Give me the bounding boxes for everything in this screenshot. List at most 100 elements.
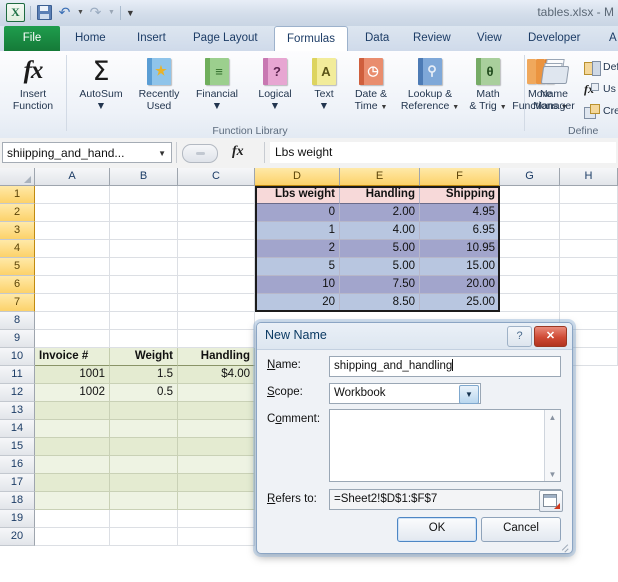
tab-review[interactable]: Review [404,26,460,51]
chevron-down-icon[interactable]: ▼ [459,385,479,404]
row-header-20[interactable]: 20 [0,528,35,546]
column-header-d[interactable]: D [255,168,340,186]
tab-data[interactable]: Data [356,26,398,51]
cell-b14[interactable] [110,420,178,438]
cell-c15[interactable] [178,438,255,456]
cell-a20[interactable] [35,528,110,546]
cell-e2[interactable]: 2.00 [340,204,420,222]
date-and-time-button[interactable]: ◷ Date & Time ▼ [344,54,398,114]
row-header-1[interactable]: 1 [0,186,35,204]
text-dropdown-icon[interactable]: ▼ [300,100,348,112]
cell-b7[interactable] [110,294,178,312]
cell-c9[interactable] [178,330,255,348]
cell-c20[interactable] [178,528,255,546]
tab-formulas[interactable]: Formulas [274,26,348,53]
cell-d7[interactable]: 20 [255,294,340,312]
cell-b5[interactable] [110,258,178,276]
select-all-corner[interactable] [0,168,35,186]
cell-c6[interactable] [178,276,255,294]
cell-b9[interactable] [110,330,178,348]
cell-h5[interactable] [560,258,618,276]
cell-c5[interactable] [178,258,255,276]
undo-dropdown-icon[interactable]: ▼ [77,9,84,16]
cell-b4[interactable] [110,240,178,258]
cell-a19[interactable] [35,510,110,528]
financial-dropdown-icon[interactable]: ▼ [188,100,246,112]
cell-h6[interactable] [560,276,618,294]
formula-input[interactable]: Lbs weight [270,142,616,163]
scroll-up-icon[interactable]: ▲ [545,410,560,424]
tab-insert[interactable]: Insert [128,26,175,51]
cell-a17[interactable] [35,474,110,492]
excel-logo-icon[interactable]: X [6,3,25,22]
logical-button[interactable]: ? Logical ▼ [246,54,304,112]
cell-e5[interactable]: 5.00 [340,258,420,276]
cell-a15[interactable] [35,438,110,456]
name-manager-button[interactable]: Name Manager [528,54,580,112]
cell-b12[interactable]: 0.5 [110,384,178,402]
refers-to-input[interactable]: =Sheet2!$D$1:$F$7 [329,489,561,510]
cell-c11[interactable]: $4.00 [178,366,255,384]
row-header-9[interactable]: 9 [0,330,35,348]
cell-h3[interactable] [560,222,618,240]
cell-a8[interactable] [35,312,110,330]
cell-g5[interactable] [500,258,560,276]
cell-b6[interactable] [110,276,178,294]
close-icon[interactable]: ✕ [534,326,567,347]
cell-b15[interactable] [110,438,178,456]
cell-c4[interactable] [178,240,255,258]
cell-b1[interactable] [110,186,178,204]
row-header-18[interactable]: 18 [0,492,35,510]
cell-h7[interactable] [560,294,618,312]
cell-a13[interactable] [35,402,110,420]
row-header-19[interactable]: 19 [0,510,35,528]
cell-e4[interactable]: 5.00 [340,240,420,258]
range-picker-icon[interactable] [539,490,563,512]
cell-b19[interactable] [110,510,178,528]
row-header-2[interactable]: 2 [0,204,35,222]
cell-c8[interactable] [178,312,255,330]
date-time-dropdown-icon[interactable]: ▼ [380,104,387,111]
cell-f6[interactable]: 20.00 [420,276,500,294]
insert-function-button[interactable]: fx Insert Function [4,54,62,112]
cell-g7[interactable] [500,294,560,312]
lookup-and-reference-button[interactable]: ⚲ Lookup & Reference ▼ [396,54,464,114]
row-header-10[interactable]: 10 [0,348,35,366]
cell-d4[interactable]: 2 [255,240,340,258]
cell-b11[interactable]: 1.5 [110,366,178,384]
cell-b2[interactable] [110,204,178,222]
cell-h4[interactable] [560,240,618,258]
cell-a16[interactable] [35,456,110,474]
autosum-dropdown-icon[interactable]: ▼ [72,100,130,112]
tab-add-ins[interactable]: A [600,26,618,51]
redo-icon[interactable]: ↷ [87,4,104,21]
cell-c13[interactable] [178,402,255,420]
customize-qat-icon[interactable]: ▼ [126,8,135,18]
cell-e7[interactable]: 8.50 [340,294,420,312]
cell-c1[interactable] [178,186,255,204]
cell-d5[interactable]: 5 [255,258,340,276]
name-box[interactable]: shiipping_and_hand... ▼ [2,142,172,163]
row-header-4[interactable]: 4 [0,240,35,258]
column-header-e[interactable]: E [340,168,420,186]
row-header-11[interactable]: 11 [0,366,35,384]
scroll-down-icon[interactable]: ▼ [545,467,560,481]
row-header-15[interactable]: 15 [0,438,35,456]
column-header-g[interactable]: G [500,168,560,186]
cell-c3[interactable] [178,222,255,240]
save-icon[interactable] [36,4,53,21]
cell-a6[interactable] [35,276,110,294]
row-header-12[interactable]: 12 [0,384,35,402]
row-header-8[interactable]: 8 [0,312,35,330]
cell-f7[interactable]: 25.00 [420,294,500,312]
cell-a2[interactable] [35,204,110,222]
cell-c14[interactable] [178,420,255,438]
cell-c18[interactable] [178,492,255,510]
cell-a4[interactable] [35,240,110,258]
cell-a14[interactable] [35,420,110,438]
cell-e1[interactable]: Handling [340,186,420,204]
cell-d3[interactable]: 1 [255,222,340,240]
use-in-formula-button[interactable]: fx Us [584,79,616,99]
column-header-b[interactable]: B [110,168,178,186]
cell-a10[interactable]: Invoice # [35,348,110,366]
